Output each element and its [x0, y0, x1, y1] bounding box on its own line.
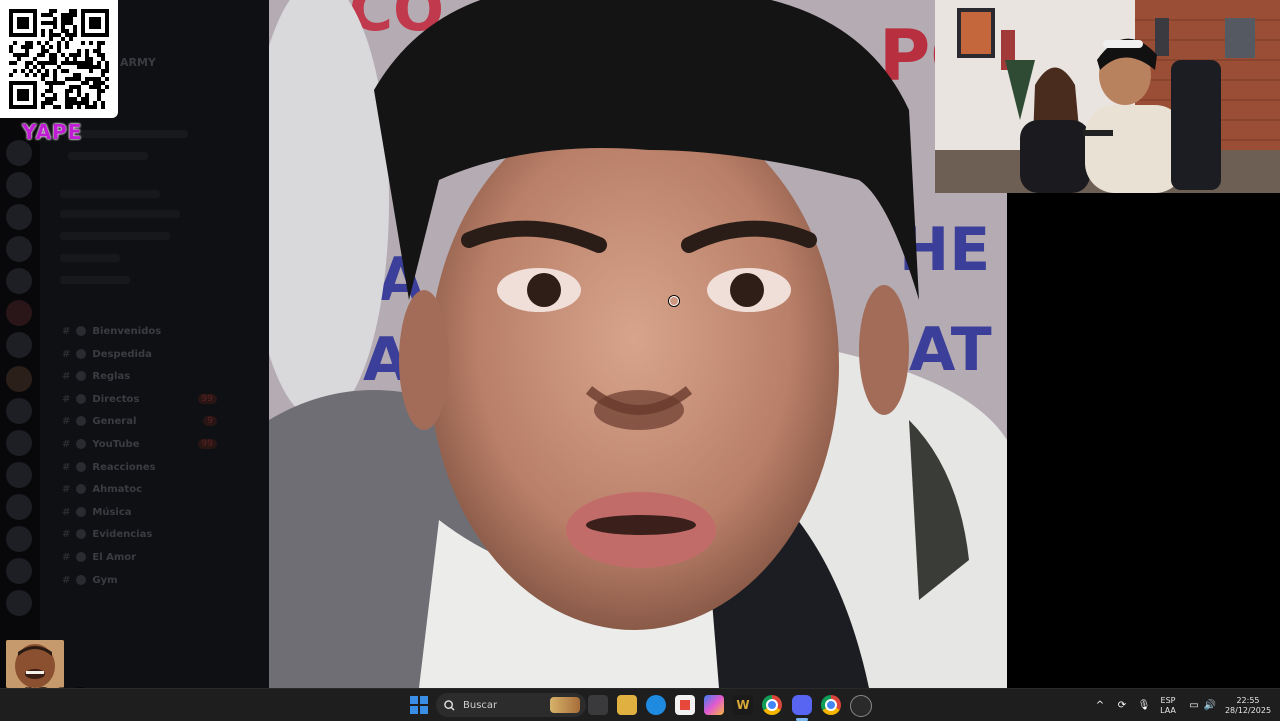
copilot-icon[interactable] — [704, 695, 724, 715]
language-indicator[interactable]: ESP LAA — [1156, 696, 1180, 716]
volume-icon[interactable]: 🔊 — [1200, 695, 1220, 715]
channel-label: General — [92, 416, 137, 428]
server-icon[interactable] — [6, 590, 32, 616]
channel-label: Despedida — [92, 348, 152, 360]
hash-icon: # — [62, 552, 71, 563]
hash-icon: # — [62, 484, 71, 496]
search-placeholder: Buscar — [463, 699, 498, 711]
game-icon[interactable]: W — [733, 695, 753, 715]
store-icon[interactable] — [675, 695, 695, 715]
channel-item[interactable]: # Música — [62, 506, 132, 523]
hash-icon: # — [62, 348, 71, 360]
channel-item[interactable]: # YouTube — [62, 439, 140, 455]
channel-emoji-icon — [76, 416, 87, 427]
server-icon[interactable] — [6, 204, 32, 230]
channel-label: Bienvenidos — [92, 326, 162, 337]
channel-emoji-icon — [76, 461, 87, 472]
channel-item[interactable]: # General — [62, 416, 136, 432]
channel-label: Ahmatoc — [92, 484, 142, 496]
task-view-icon[interactable] — [588, 695, 608, 715]
server-icon[interactable] — [6, 558, 32, 584]
video-frame: CO PC HE AT PA CA — [269, 0, 1007, 688]
server-icon[interactable] — [6, 268, 32, 294]
channel-label: El Amor — [92, 552, 137, 563]
server-icon[interactable] — [6, 300, 32, 326]
qr-code — [0, 0, 118, 118]
obs-icon[interactable] — [850, 695, 872, 717]
channel-emoji-icon — [76, 574, 87, 585]
server-name[interactable]: ARMY — [120, 56, 156, 69]
channel-emoji-icon — [76, 326, 87, 336]
server-icon[interactable] — [6, 236, 32, 262]
channel-item[interactable]: # Bienvenidos — [62, 326, 161, 342]
server-icon[interactable] — [6, 430, 32, 456]
microphone-icon[interactable]: 🎙 — [1134, 695, 1154, 715]
clock-time: 22:55 — [1236, 696, 1260, 705]
zoom-cursor-icon — [669, 296, 679, 306]
hash-icon: # — [62, 393, 71, 405]
sync-icon[interactable]: ⟳ — [1112, 695, 1132, 715]
channel-item[interactable]: # Gym — [62, 574, 118, 591]
taskbar: Buscar W ^ ⟳ 🎙 ESP LAA ▭ 🔊 22:55 28/12/2… — [0, 688, 1280, 721]
search-icon — [444, 699, 455, 711]
webcam-overlay — [935, 0, 1280, 193]
channel-emoji-icon — [76, 529, 87, 540]
channel-item[interactable]: # Reglas — [62, 371, 130, 387]
hash-icon: # — [62, 439, 71, 450]
taskbar-search-box[interactable]: Buscar — [436, 693, 586, 717]
server-icon[interactable] — [6, 172, 32, 198]
chevron-up-icon[interactable]: ^ — [1090, 695, 1110, 715]
chrome-alt-icon[interactable] — [821, 695, 841, 715]
unread-badge: 99 — [197, 393, 217, 404]
emote-image — [6, 640, 64, 688]
unread-badge: 99 — [197, 439, 217, 449]
chrome-icon[interactable] — [762, 695, 782, 715]
server-icon[interactable] — [6, 366, 32, 392]
channel-emoji-icon — [76, 484, 87, 495]
hash-icon: # — [62, 371, 71, 383]
widgets-icon[interactable] — [550, 697, 580, 713]
channel-emoji-icon — [76, 552, 87, 562]
language-top: ESP — [1160, 696, 1176, 705]
windows-start-icon[interactable] — [409, 695, 429, 715]
file-explorer-icon[interactable] — [617, 695, 637, 715]
svg-text:AT: AT — [909, 315, 992, 385]
server-icon[interactable] — [6, 462, 32, 488]
channel-emoji-icon — [76, 506, 87, 517]
channel-emoji-icon — [76, 371, 87, 382]
channel-label: Música — [92, 506, 132, 518]
channel-item[interactable]: # Evidencias — [62, 529, 152, 545]
edge-icon[interactable] — [646, 695, 666, 715]
channel-label: Gym — [92, 574, 118, 586]
channel-label: Reacciones — [92, 461, 156, 473]
unread-badge: 9 — [203, 416, 217, 427]
channel-label: Reglas — [92, 371, 131, 383]
hash-icon: # — [62, 416, 71, 428]
hash-icon: # — [62, 574, 71, 586]
server-icon[interactable] — [6, 398, 32, 424]
yape-label: YAPE — [22, 120, 83, 144]
hash-icon: # — [62, 529, 71, 541]
hash-icon: # — [62, 461, 71, 473]
server-icon[interactable] — [6, 494, 32, 520]
clock-date: 28/12/2025 — [1224, 706, 1272, 715]
channel-label: Evidencias — [92, 529, 153, 541]
channel-label: YouTube — [92, 439, 140, 450]
server-icon[interactable] — [6, 526, 32, 552]
server-icon[interactable] — [6, 332, 32, 358]
language-bottom: LAA — [1160, 706, 1176, 715]
discord-icon[interactable] — [792, 695, 812, 715]
channel-emoji-icon — [76, 348, 87, 359]
channel-label: Directos — [92, 393, 140, 405]
clock[interactable]: 22:55 28/12/2025 — [1222, 696, 1274, 716]
channel-item[interactable]: # Reacciones — [62, 461, 156, 478]
channel-item[interactable]: # El Amor — [62, 552, 136, 568]
channel-item[interactable]: # Despedida — [62, 348, 152, 365]
channel-item[interactable]: # Ahmatoc — [62, 484, 142, 500]
hash-icon: # — [62, 326, 71, 337]
channel-emoji-icon — [76, 439, 87, 449]
channel-emoji-icon — [76, 393, 87, 404]
channel-item[interactable]: # Directos — [62, 393, 140, 410]
hash-icon: # — [62, 506, 71, 518]
